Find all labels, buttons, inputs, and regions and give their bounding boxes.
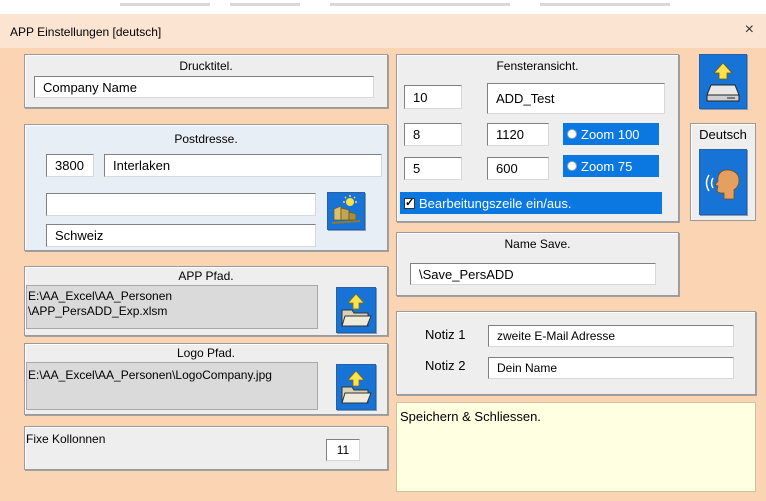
radio-dot-icon xyxy=(567,161,577,171)
save-close-button[interactable]: Speichern & Schliessen. xyxy=(396,402,756,492)
language-frame: Deutsch xyxy=(690,123,756,221)
fixe-kollonnen-label: Fixe Kollonnen xyxy=(26,432,106,446)
radio-dot-icon xyxy=(567,129,577,139)
app-pfad-line2: \APP_PersADD_Exp.xlsm xyxy=(28,304,168,318)
title-bar: APP Einstellungen [deutsch] × xyxy=(0,14,766,48)
language-label: Deutsch xyxy=(699,127,747,142)
top-strip xyxy=(0,0,766,14)
name-save-input[interactable]: \Save_PersADD xyxy=(410,263,656,285)
dialog-client: Drucktitel. Company Name Postdresse. 380… xyxy=(0,48,766,501)
fenster-top-input[interactable]: 8 xyxy=(404,123,462,146)
logo-pfad-line1: E:\AA_Excel\AA_Personen\LogoCompany.jpg xyxy=(28,368,272,382)
ghost-text xyxy=(120,3,210,6)
logo-pfad-frame: Logo Pfad. E:\AA_Excel\AA_Personen\LogoC… xyxy=(24,343,388,415)
app-pfad-title: APP Pfad. xyxy=(178,269,234,283)
zip-input[interactable]: 3800 xyxy=(46,154,94,177)
window-title: APP Einstellungen [deutsch] xyxy=(10,25,162,39)
name-save-title: Name Save. xyxy=(504,237,571,251)
zoom-75-label: Zoom 75 xyxy=(581,158,633,174)
folder-open-icon[interactable] xyxy=(336,364,376,410)
drucktitel-input[interactable]: Company Name xyxy=(34,76,374,98)
checkbox-checked-icon xyxy=(404,196,415,209)
notiz-2-input[interactable]: Dein Name xyxy=(488,357,734,379)
close-icon[interactable]: × xyxy=(745,21,754,39)
fenster-height2-input[interactable]: 600 xyxy=(487,157,549,180)
app-pfad-line1: E:\AA_Excel\AA_Personen xyxy=(28,289,173,303)
fensteransicht-frame: Fensteransicht. 10 ADD_Test 8 1120 Zoom … xyxy=(396,54,679,222)
zoom-75-radio[interactable]: Zoom 75 xyxy=(563,155,659,177)
map-location-icon[interactable] xyxy=(327,192,365,230)
country-input[interactable]: Schweiz xyxy=(46,224,316,247)
ghost-text xyxy=(540,3,670,6)
logo-pfad-title: Logo Pfad. xyxy=(176,346,236,360)
folder-open-icon[interactable] xyxy=(336,287,376,333)
postdresse-title: Postdresse. xyxy=(174,132,238,146)
notiz-1-label: Notiz 1 xyxy=(425,327,466,342)
fenster-height-input[interactable]: 5 xyxy=(404,157,462,180)
fenster-left-input[interactable]: 10 xyxy=(404,85,462,109)
drucktitel-title: Drucktitel. xyxy=(179,59,233,73)
zoom-100-label: Zoom 100 xyxy=(581,126,640,142)
name-save-frame: Name Save. \Save_PersADD xyxy=(396,232,679,296)
ghost-text xyxy=(230,3,300,6)
postdresse-frame: Postdresse. 3800 Interlaken Schweiz xyxy=(24,124,388,251)
city-input[interactable]: Interlaken xyxy=(104,154,382,177)
zoom-100-radio[interactable]: Zoom 100 xyxy=(563,123,659,145)
save-download-icon[interactable] xyxy=(699,54,747,109)
app-pfad-frame: APP Pfad. E:\AA_Excel\AA_Personen \APP_P… xyxy=(24,266,388,336)
notiz-frame: Notiz 1 zweite E-Mail Adresse Notiz 2 De… xyxy=(396,311,756,395)
fenster-width-input[interactable]: 1120 xyxy=(487,123,549,146)
notiz-1-input[interactable]: zweite E-Mail Adresse xyxy=(488,325,734,347)
fixe-kollonnen-frame: Fixe Kollonnen 11 xyxy=(24,426,388,470)
ghost-text xyxy=(330,3,510,6)
fixe-kollonnen-input[interactable]: 11 xyxy=(326,439,360,461)
fensteransicht-title: Fensteransicht. xyxy=(496,59,579,73)
notiz-2-label: Notiz 2 xyxy=(425,358,466,373)
save-close-label: Speichern & Schliessen. xyxy=(400,409,541,424)
speaking-head-icon[interactable] xyxy=(699,149,747,215)
fenster-name-input[interactable]: ADD_Test xyxy=(487,83,665,114)
bearbeitungszeile-checkbox[interactable]: Bearbeitungszeile ein/aus. xyxy=(400,192,662,214)
address-line-input[interactable] xyxy=(46,193,316,216)
drucktitel-frame: Drucktitel. Company Name xyxy=(24,54,388,108)
bearbeitungszeile-label: Bearbeitungszeile ein/aus. xyxy=(419,195,572,211)
